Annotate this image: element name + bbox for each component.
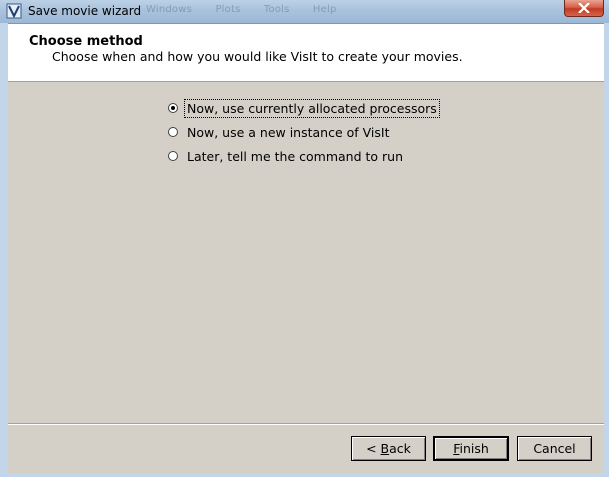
title-bar[interactable]: Windows Plots Tools Help Save movie wiza… <box>0 0 609 24</box>
ghost-menu-item: Plots <box>215 4 241 15</box>
finish-rest: inish <box>459 441 489 456</box>
back-button[interactable]: < Back <box>351 436 426 461</box>
back-prefix: < <box>366 441 381 456</box>
visit-app-icon <box>6 3 22 19</box>
page-subtitle: Choose when and how you would like VisIt… <box>52 49 463 64</box>
radio-button[interactable] <box>168 151 178 161</box>
back-mnemonic: B <box>380 441 390 456</box>
wizard-header: Choose method Choose when and how you wo… <box>8 24 604 82</box>
save-movie-wizard-window: Windows Plots Tools Help Save movie wiza… <box>0 0 609 477</box>
background-menu-ghost: Windows Plots Tools Help <box>146 4 357 15</box>
ghost-menu-item: Windows <box>146 4 193 15</box>
option-current-processors[interactable]: Now, use currently allocated processors <box>168 96 440 120</box>
back-rest: ack <box>389 441 411 456</box>
method-radio-group: Now, use currently allocated processors … <box>168 96 440 168</box>
option-later-command[interactable]: Later, tell me the command to run <box>168 144 439 168</box>
radio-button[interactable] <box>168 127 178 137</box>
window-title: Save movie wizard <box>28 4 142 18</box>
ghost-menu-item: Help <box>312 4 337 15</box>
finish-button[interactable]: Finish <box>433 436 509 461</box>
page-title: Choose method <box>29 34 143 49</box>
ghost-menu-item: Tools <box>263 4 290 15</box>
window-frame-bottom <box>0 473 609 477</box>
close-button[interactable] <box>564 0 604 17</box>
close-icon <box>578 3 590 13</box>
option-new-instance[interactable]: Now, use a new instance of VisIt <box>168 120 439 144</box>
radio-button-checked[interactable] <box>168 103 178 113</box>
button-separator <box>8 423 604 425</box>
cancel-button[interactable]: Cancel <box>517 436 592 461</box>
window-frame-left <box>0 23 8 477</box>
option-label[interactable]: Now, use a new instance of VisIt <box>185 124 392 141</box>
window-frame-right <box>604 23 609 477</box>
option-label[interactable]: Later, tell me the command to run <box>185 148 405 165</box>
option-label[interactable]: Now, use currently allocated processors <box>184 98 440 118</box>
